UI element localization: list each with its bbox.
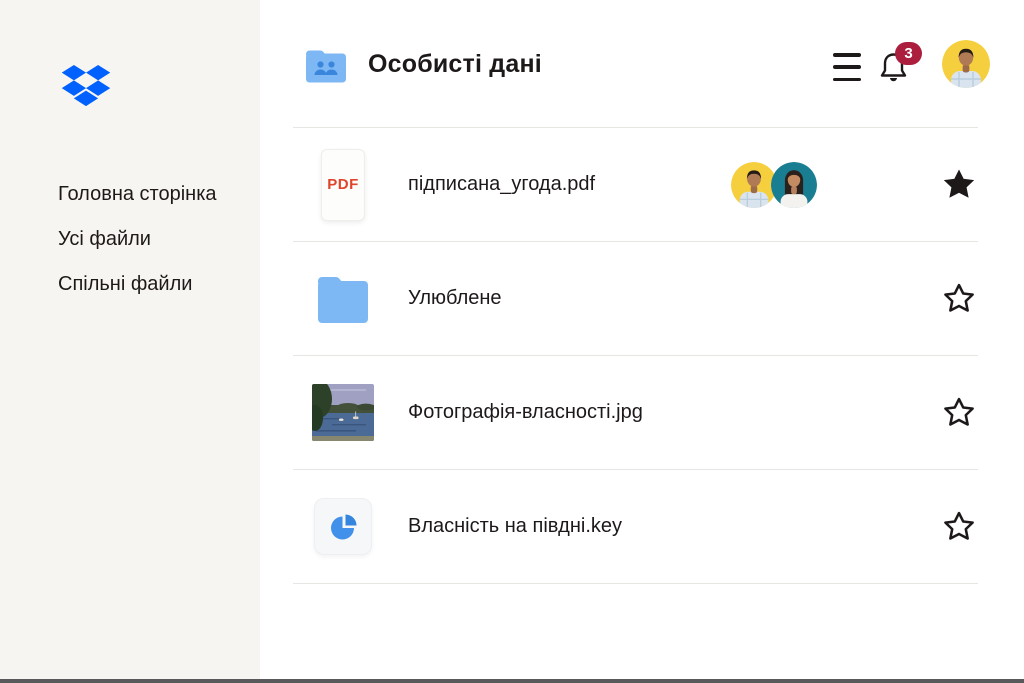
shared-avatars [731, 162, 817, 208]
file-row-photo[interactable]: Фотографія-власності.jpg [293, 355, 978, 469]
star-button[interactable] [942, 510, 976, 544]
notification-badge: 3 [895, 42, 922, 65]
avatar-woman-teal-icon [771, 162, 817, 208]
sidebar: Головна сторінка Усі файли Спільні файли [0, 0, 260, 683]
user-avatar[interactable] [942, 40, 990, 88]
file-name: Власність на півдні.key [408, 515, 622, 538]
page-title: Особисті дані [368, 50, 542, 79]
file-row-folder[interactable]: Улюблене [293, 241, 978, 355]
file-row-pdf[interactable]: PDF підписана_угода.pdf [293, 127, 978, 241]
dropbox-logo-icon[interactable] [60, 62, 112, 109]
lake-photo-thumbnail [312, 384, 374, 441]
file-row-keynote[interactable]: Власність на півдні.key [293, 469, 978, 583]
star-button[interactable] [942, 168, 976, 202]
star-button[interactable] [942, 396, 976, 430]
list-divider [293, 583, 978, 584]
pdf-file-icon: PDF [321, 149, 365, 221]
sidebar-item-shared-files[interactable]: Спільні файли [58, 270, 217, 298]
blue-folder-icon [316, 273, 370, 325]
pdf-label: PDF [327, 176, 359, 193]
shared-folder-icon [303, 45, 349, 87]
sidebar-item-all-files[interactable]: Усі файли [58, 225, 217, 253]
file-name: Фотографія-власності.jpg [408, 401, 643, 424]
main-content: Особисті дані 3 PDF підписан [260, 0, 1024, 683]
hamburger-menu-icon[interactable] [833, 53, 861, 81]
file-name: підписана_угода.pdf [408, 173, 595, 196]
bottom-bar [0, 679, 1024, 683]
sidebar-nav: Головна сторінка Усі файли Спільні файли [58, 180, 217, 315]
star-button[interactable] [942, 282, 976, 316]
sidebar-item-home[interactable]: Головна сторінка [58, 180, 217, 208]
file-list: PDF підписана_угода.pdf [293, 127, 978, 584]
pie-chart-file-icon [314, 498, 372, 555]
file-name: Улюблене [408, 287, 502, 310]
notification-bell-icon[interactable]: 3 [877, 44, 925, 88]
